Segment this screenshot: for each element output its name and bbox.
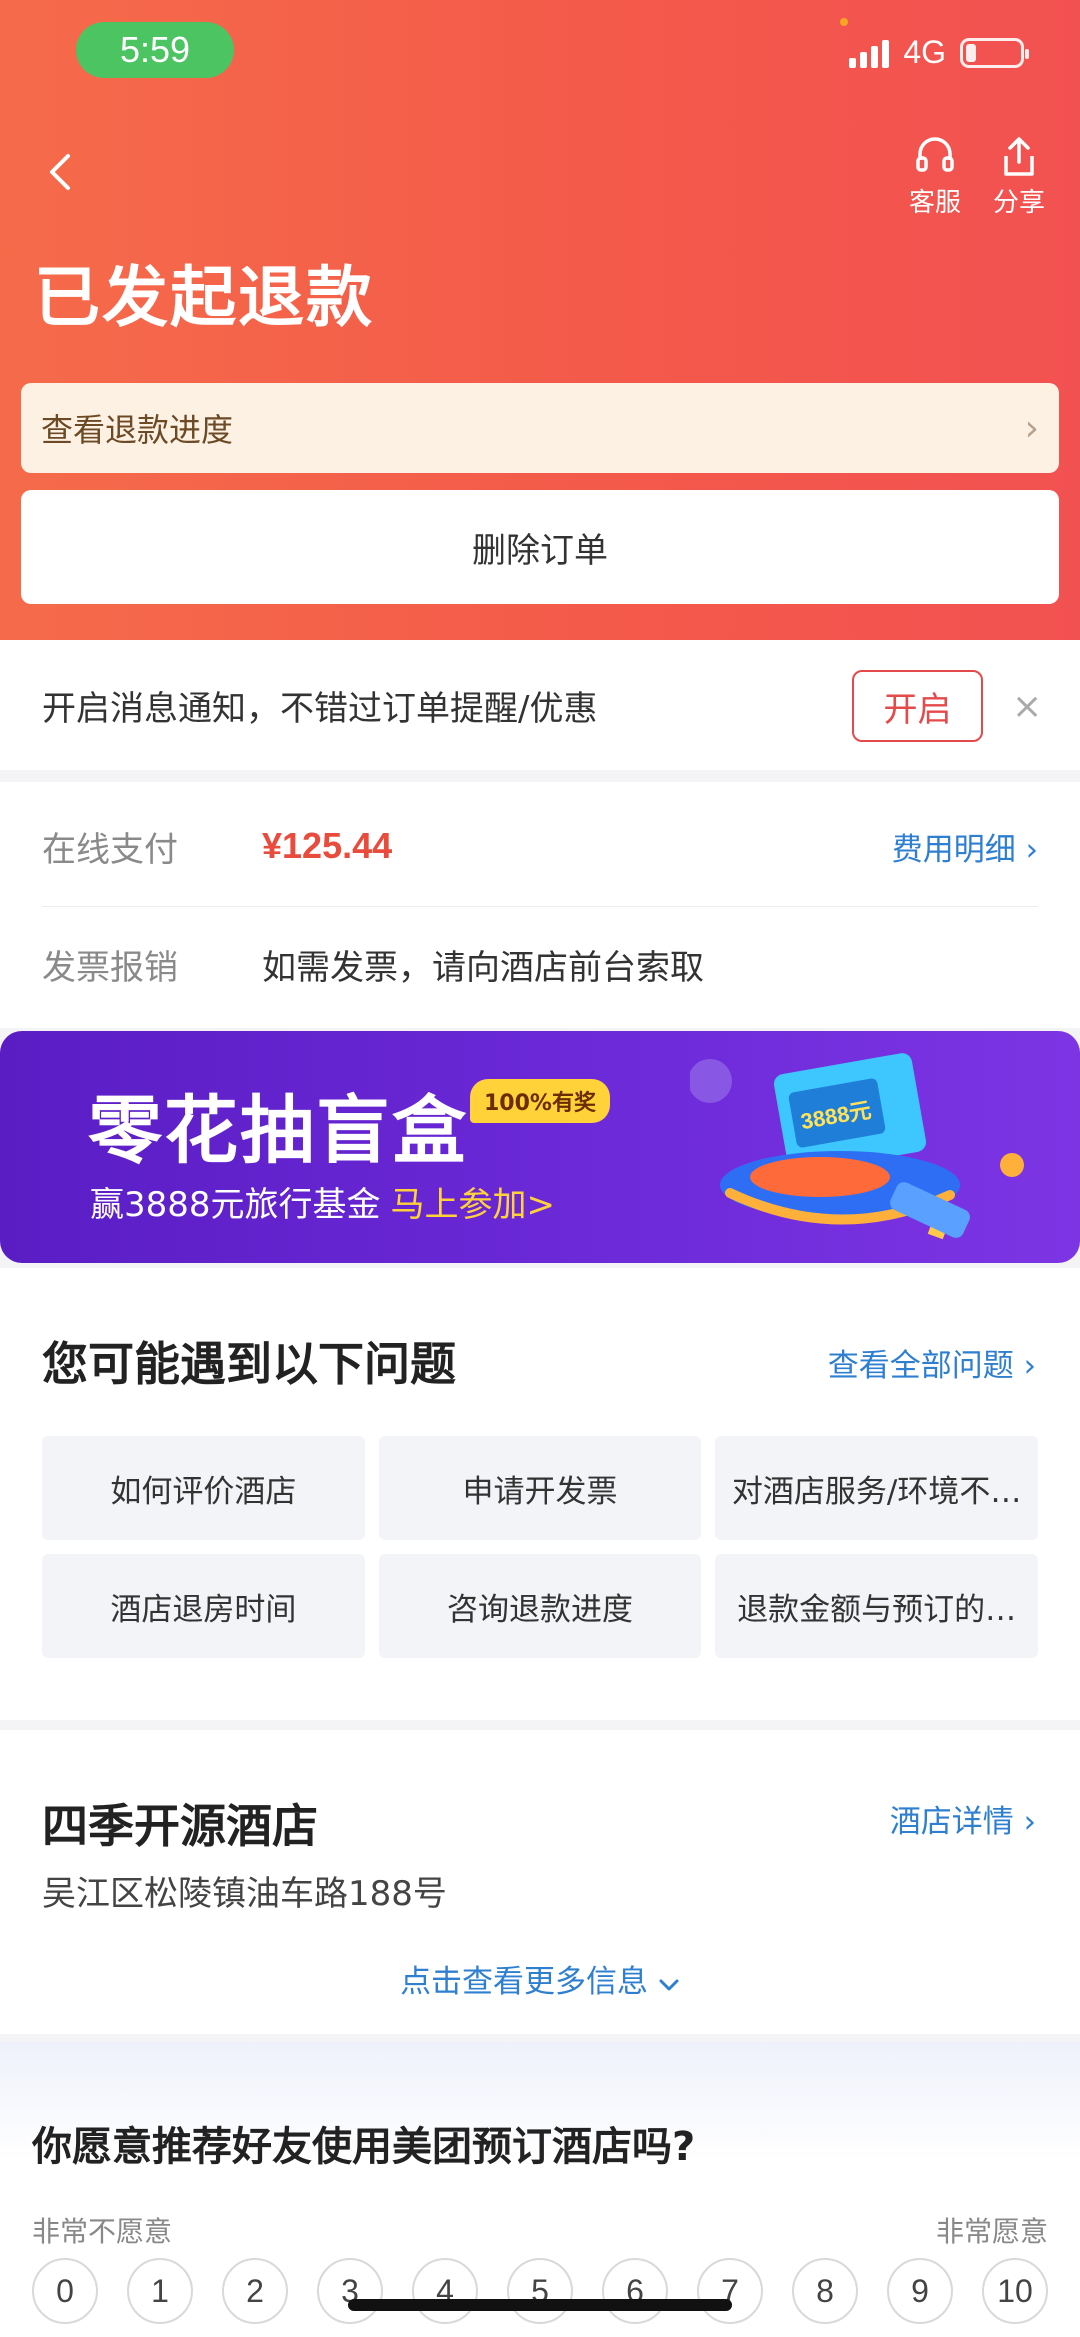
hotel-detail-link[interactable]: 酒店详情 › bbox=[890, 1796, 1036, 1841]
network-type: 4G bbox=[903, 34, 946, 70]
close-icon[interactable]: × bbox=[1012, 686, 1042, 727]
invoice-label: 发票报销 bbox=[42, 947, 178, 988]
status-time: 5:59 bbox=[76, 22, 234, 78]
faq-item[interactable]: 咨询退款进度 bbox=[378, 1554, 702, 1658]
share-button[interactable]: 分享 bbox=[984, 134, 1054, 219]
page-title: 已发起退款 bbox=[34, 259, 374, 336]
service-label: 客服 bbox=[908, 188, 961, 218]
rating-option[interactable]: 7 bbox=[697, 2258, 763, 2324]
refund-progress-button[interactable]: 查看退款进度 › bbox=[21, 383, 1059, 473]
rating-option[interactable]: 5 bbox=[507, 2258, 573, 2324]
chevron-down-icon bbox=[659, 1979, 679, 1991]
faq-item[interactable]: 对酒店服务/环境不… bbox=[715, 1436, 1038, 1540]
delete-order-label: 删除订单 bbox=[472, 530, 608, 571]
hotel-address: 吴江区松陵镇油车路188号 bbox=[42, 1874, 447, 1914]
faq-item[interactable]: 退款金额与预订的… bbox=[715, 1554, 1038, 1658]
faq-title: 您可能遇到以下问题 bbox=[42, 1337, 456, 1391]
view-all-questions-link[interactable]: 查看全部问题 › bbox=[828, 1340, 1036, 1385]
airplane-ticket-illustration: 3888元 bbox=[690, 1053, 1024, 1240]
share-label: 分享 bbox=[992, 188, 1045, 218]
refund-progress-label: 查看退款进度 bbox=[41, 411, 234, 449]
divider bbox=[42, 906, 1038, 907]
faq-grid: 如何评价酒店 申请开发票 对酒店服务/环境不… 酒店退房时间 咨询退款进度 退款… bbox=[42, 1436, 1038, 1658]
fee-detail-link[interactable]: 费用明细 › bbox=[892, 824, 1038, 869]
banner-title: 零花抽盲盒 bbox=[88, 1088, 468, 1174]
notification-text: 开启消息通知，不错过订单提醒/优惠 bbox=[42, 688, 598, 729]
promo-banner[interactable]: 零花抽盲盒 100%有奖 赢3888元旅行基金 马上参加> 3888元 bbox=[0, 1031, 1080, 1263]
faq-section: 您可能遇到以下问题 查看全部问题 › 如何评价酒店 申请开发票 对酒店服务/环境… bbox=[0, 1268, 1080, 1720]
back-button[interactable] bbox=[38, 142, 82, 202]
customer-service-button[interactable]: 客服 bbox=[900, 134, 970, 219]
payment-label: 在线支付 bbox=[42, 829, 178, 870]
header: 5:59 4G 客服 分享 已发起退款 查看退款进度 › 删除订单 bbox=[0, 0, 1080, 640]
rating-option[interactable]: 0 bbox=[32, 2258, 98, 2324]
payment-section: 在线支付 ¥125.44 费用明细 › 发票报销 如需发票，请向酒店前台索取 bbox=[0, 782, 1080, 1028]
battery-icon bbox=[960, 37, 1029, 68]
faq-item[interactable]: 如何评价酒店 bbox=[42, 1436, 365, 1540]
invoice-text: 如需发票，请向酒店前台索取 bbox=[262, 947, 704, 988]
rating-option[interactable]: 2 bbox=[222, 2258, 288, 2324]
signal-icon bbox=[849, 38, 890, 68]
banner-subtitle: 赢3888元旅行基金 马上参加> bbox=[90, 1185, 556, 1225]
rating-option[interactable]: 9 bbox=[887, 2258, 953, 2324]
share-icon bbox=[1004, 137, 1034, 176]
delete-order-button[interactable]: 删除订单 bbox=[21, 490, 1059, 604]
chevron-right-icon: › bbox=[1024, 407, 1039, 449]
headset-icon bbox=[916, 137, 954, 172]
hotel-name: 四季开源酒店 bbox=[42, 1799, 318, 1853]
chevron-left-icon bbox=[50, 154, 70, 190]
rating-option[interactable]: 8 bbox=[792, 2258, 858, 2324]
recommend-survey: 你愿意推荐好友使用美团预订酒店吗? 非常不愿意 非常愿意 0 1 2 3 4 5… bbox=[0, 2042, 1080, 2337]
payment-amount: ¥125.44 bbox=[262, 825, 393, 866]
rating-option[interactable]: 10 bbox=[982, 2258, 1048, 2324]
rating-scale: 0 1 2 3 4 5 6 7 8 9 10 bbox=[32, 2258, 1048, 2324]
banner-cta: 马上参加> bbox=[390, 1185, 556, 1225]
more-info-link[interactable]: 点击查看更多信息 bbox=[0, 1956, 1080, 2001]
survey-question: 你愿意推荐好友使用美团预订酒店吗? bbox=[32, 2124, 696, 2170]
survey-low-label: 非常不愿意 bbox=[32, 2215, 173, 2248]
invoice-row: 发票报销 如需发票，请向酒店前台索取 bbox=[0, 908, 1080, 1020]
hotel-section: 四季开源酒店 酒店详情 › 吴江区松陵镇油车路188号 点击查看更多信息 bbox=[0, 1730, 1080, 2034]
home-indicator[interactable] bbox=[348, 2299, 732, 2311]
rating-option[interactable]: 4 bbox=[412, 2258, 478, 2324]
status-icons: 4G bbox=[849, 34, 1029, 71]
rating-option[interactable]: 1 bbox=[127, 2258, 193, 2324]
faq-item[interactable]: 酒店退房时间 bbox=[42, 1554, 365, 1658]
notification-bar: 开启消息通知，不错过订单提醒/优惠 开启 × bbox=[0, 640, 1080, 770]
faq-item[interactable]: 申请开发票 bbox=[378, 1436, 702, 1540]
payment-row: 在线支付 ¥125.44 费用明细 › bbox=[0, 790, 1080, 902]
survey-high-label: 非常愿意 bbox=[935, 2215, 1048, 2248]
banner-badge: 100%有奖 bbox=[470, 1079, 610, 1123]
rating-option[interactable]: 3 bbox=[317, 2258, 383, 2324]
enable-notification-button[interactable]: 开启 bbox=[852, 670, 983, 742]
privacy-indicator-dot bbox=[840, 18, 848, 26]
rating-option[interactable]: 6 bbox=[602, 2258, 668, 2324]
